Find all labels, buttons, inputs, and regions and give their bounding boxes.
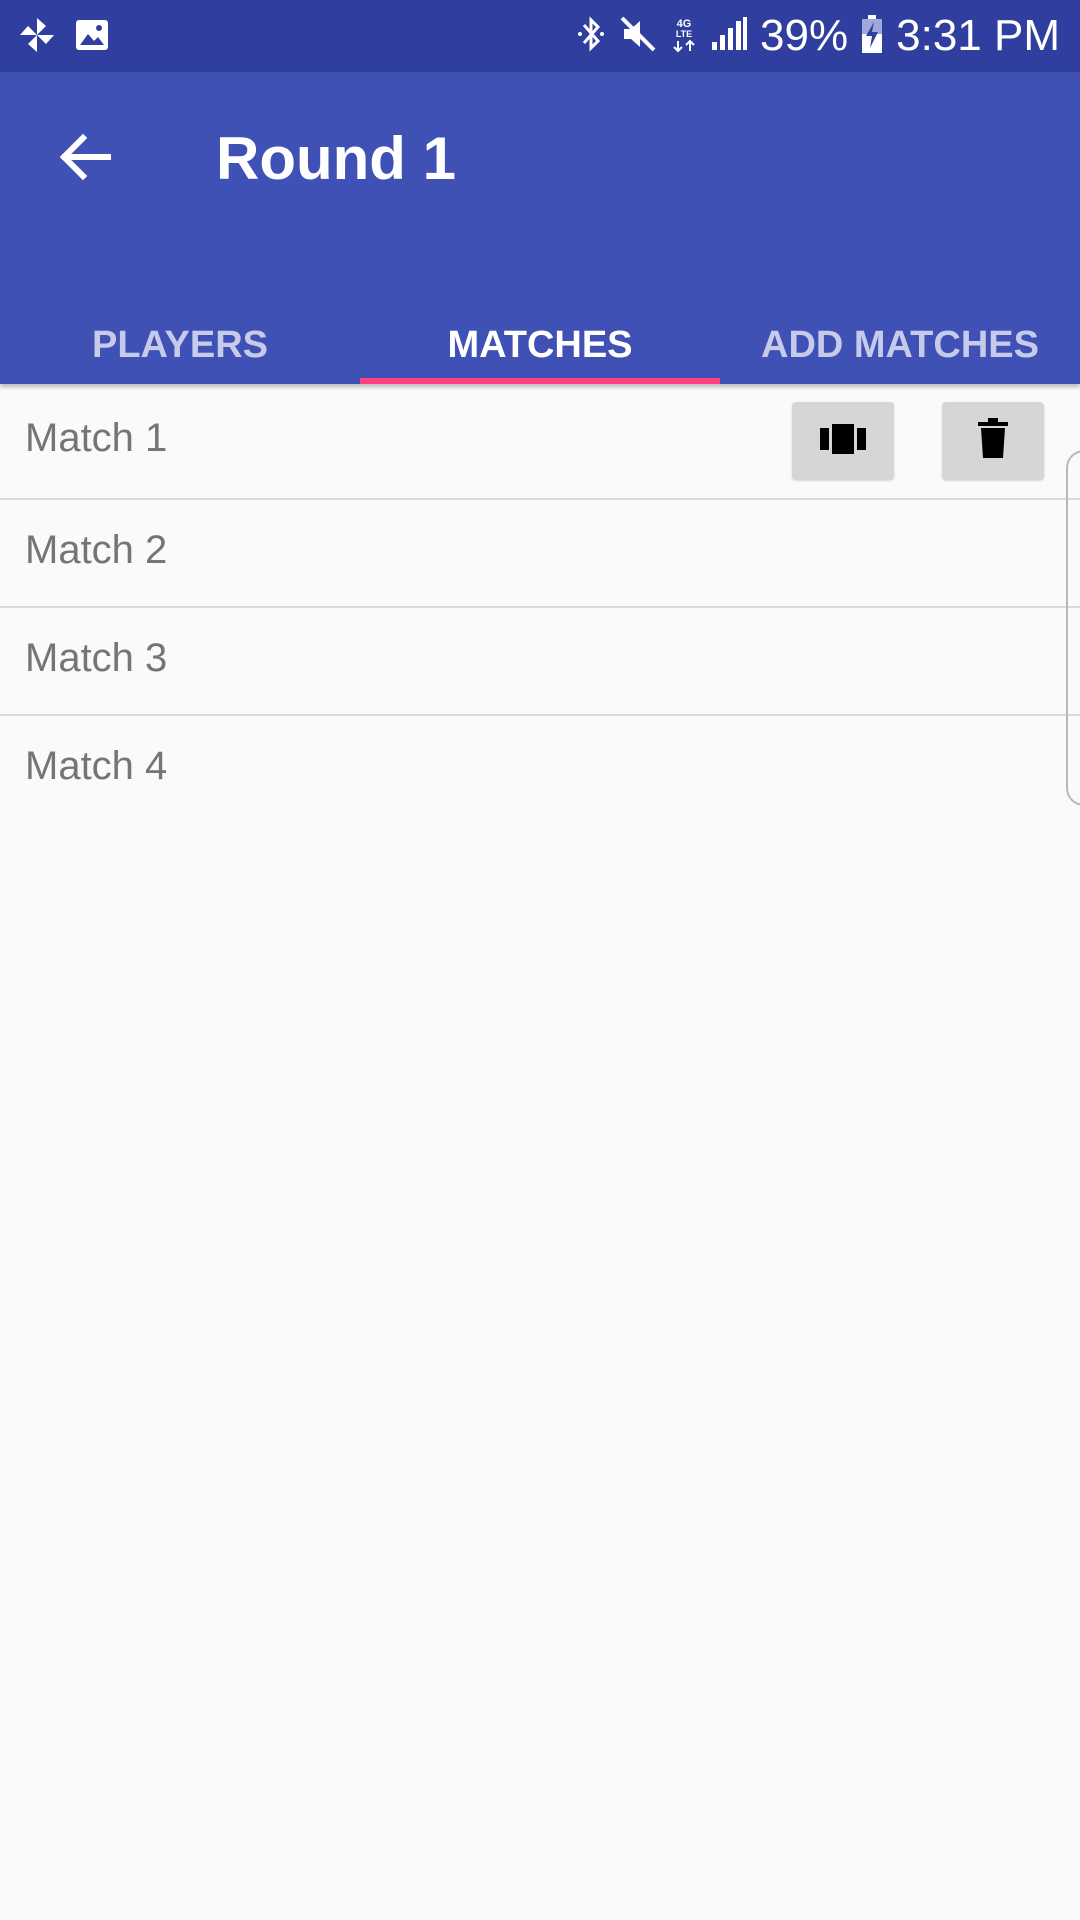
list-item[interactable]: Match 3 <box>0 608 1080 716</box>
list-item[interactable]: Match 4 <box>0 716 1080 824</box>
tab-add-matches[interactable]: ADD MATCHES <box>720 312 1080 384</box>
trash-icon <box>977 417 1009 465</box>
view-match-button[interactable] <box>792 402 894 480</box>
list-item[interactable]: Match 2 <box>0 500 1080 608</box>
mute-icon <box>618 14 658 59</box>
battery-percent: 39% <box>760 11 849 60</box>
page-title: Round 1 <box>216 125 456 192</box>
battery-charging-icon <box>860 14 884 59</box>
list-item[interactable]: Match 1 <box>0 384 1080 500</box>
bluetooth-icon <box>576 14 606 59</box>
edge-panel-handle[interactable] <box>1066 450 1080 806</box>
match-label: Match 3 <box>25 636 168 680</box>
pinwheel-icon <box>18 16 56 59</box>
tab-bar: PLAYERS MATCHES ADD MATCHES <box>0 312 1080 384</box>
back-button[interactable] <box>50 124 120 194</box>
lte-icon: 4G LTE <box>670 14 698 59</box>
svg-text:LTE: LTE <box>676 29 692 39</box>
match-label: Match 4 <box>25 744 168 788</box>
system-icons: 4G LTE 39% 3:31 PM <box>576 10 1060 62</box>
match-label: Match 1 <box>25 416 168 460</box>
app-bar: Round 1 PLAYERS MATCHES ADD MATCHES <box>0 72 1080 384</box>
tab-matches[interactable]: MATCHES <box>360 312 720 384</box>
match-list: Match 1 Match 2 Match 3 Match 4 <box>0 384 1080 824</box>
clock: 3:31 PM <box>896 11 1060 60</box>
view-carousel-icon <box>819 422 867 461</box>
status-bar: 4G LTE 39% 3:31 PM <box>0 0 1080 72</box>
arrow-back-icon <box>59 133 112 186</box>
signal-icon <box>710 16 748 57</box>
notification-icons <box>18 16 110 59</box>
image-icon <box>74 17 110 58</box>
match-label: Match 2 <box>25 528 168 572</box>
delete-match-button[interactable] <box>942 402 1044 480</box>
tab-players[interactable]: PLAYERS <box>0 312 360 384</box>
